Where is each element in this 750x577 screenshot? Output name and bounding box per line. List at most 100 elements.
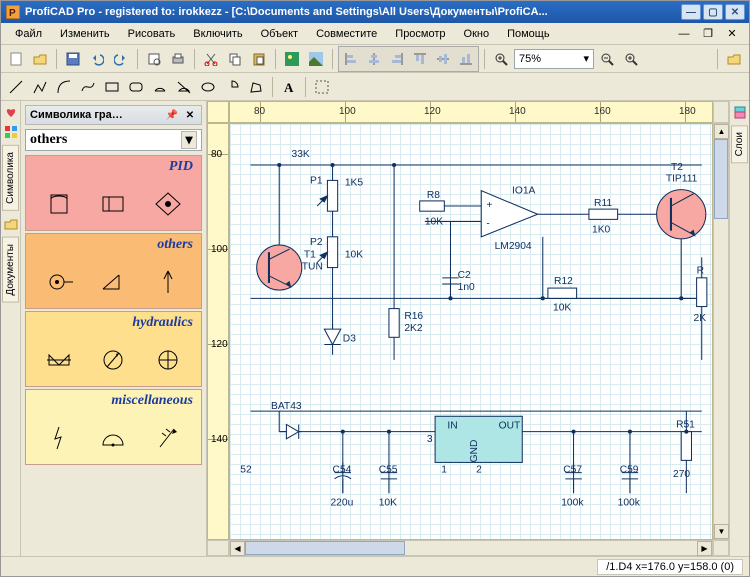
scroll-thumb[interactable] <box>245 541 405 555</box>
zoom-tool-button[interactable] <box>490 48 512 70</box>
menu-insert[interactable]: Включить <box>185 26 250 42</box>
open-button[interactable] <box>29 48 51 70</box>
folder-button[interactable] <box>723 48 745 70</box>
symbol-icon[interactable] <box>154 423 182 453</box>
ellipse-arc-tool[interactable] <box>149 76 171 98</box>
scrollbar-vertical[interactable]: ▲ ▼ <box>713 123 729 540</box>
text-tool[interactable]: A <box>278 76 300 98</box>
svg-text:C54: C54 <box>333 465 352 476</box>
svg-text:LM2904: LM2904 <box>495 241 532 252</box>
ellipse-tool[interactable] <box>197 76 219 98</box>
polyline-tool[interactable] <box>29 76 51 98</box>
symbol-icon[interactable] <box>45 423 73 453</box>
align-left-button[interactable] <box>340 48 362 70</box>
symbol-icon[interactable] <box>45 189 73 219</box>
symbol-icon[interactable] <box>154 189 182 219</box>
redo-button[interactable] <box>110 48 132 70</box>
mdi-minimize-button[interactable]: — <box>673 23 695 45</box>
new-button[interactable] <box>5 48 27 70</box>
save-button[interactable] <box>62 48 84 70</box>
symbol-icon[interactable] <box>99 189 127 219</box>
menu-object[interactable]: Объект <box>253 26 306 42</box>
paste-button[interactable] <box>248 48 270 70</box>
category-label: miscellaneous <box>26 390 201 412</box>
scrollbar-horizontal[interactable]: ◀ ▶ <box>207 540 729 556</box>
drawing-canvas[interactable]: 33K P1 1K5 R8 10K IO1A LM2904 R11 1K0 T2… <box>229 123 713 540</box>
selection-tool[interactable] <box>311 76 333 98</box>
svg-text:2: 2 <box>476 465 482 476</box>
image2-button[interactable] <box>305 48 327 70</box>
folder-icon[interactable] <box>4 217 18 231</box>
symbol-icon[interactable] <box>45 345 73 375</box>
zoom-select[interactable]: 75% ▾ <box>514 49 594 69</box>
category-label: hydraulics <box>26 312 201 334</box>
align-hcenter-button[interactable] <box>363 48 385 70</box>
category-select[interactable]: others ▾ <box>25 129 202 151</box>
category-pid[interactable]: PID <box>25 155 202 231</box>
maximize-button[interactable]: ▢ <box>703 4 723 20</box>
mdi-restore-button[interactable]: ❐ <box>697 23 719 45</box>
category-miscellaneous[interactable]: miscellaneous <box>25 389 202 465</box>
rect-tool[interactable] <box>101 76 123 98</box>
scroll-down-button[interactable]: ▼ <box>714 524 729 539</box>
menu-align[interactable]: Совместите <box>308 26 385 42</box>
menu-draw[interactable]: Рисовать <box>120 26 184 42</box>
tab-layers[interactable]: Слои <box>731 125 748 163</box>
close-button[interactable]: ✕ <box>725 4 745 20</box>
svg-text:10K: 10K <box>425 217 443 228</box>
svg-text:C57: C57 <box>563 465 582 476</box>
arc-tool[interactable] <box>53 76 75 98</box>
spline-tool[interactable] <box>77 76 99 98</box>
palette-icon[interactable] <box>4 125 18 139</box>
menubar: Файл Изменить Рисовать Включить Объект С… <box>1 23 749 45</box>
svg-text:2K2: 2K2 <box>404 323 423 334</box>
align-vcenter-button[interactable] <box>432 48 454 70</box>
tab-symbols[interactable]: Символика <box>2 145 19 211</box>
category-hydraulics[interactable]: hydraulics <box>25 311 202 387</box>
print-preview-button[interactable] <box>143 48 165 70</box>
pie-tool[interactable] <box>221 76 243 98</box>
print-button[interactable] <box>167 48 189 70</box>
tab-documents[interactable]: Документы <box>2 237 19 303</box>
mdi-close-button[interactable]: ✕ <box>721 23 743 45</box>
menu-help[interactable]: Помощь <box>499 26 558 42</box>
zoom-out-button[interactable] <box>596 48 618 70</box>
symbol-icon[interactable] <box>154 345 182 375</box>
component-r11 <box>589 209 618 219</box>
cut-button[interactable] <box>200 48 222 70</box>
ruler-corner <box>207 101 229 123</box>
svg-text:C59: C59 <box>620 465 639 476</box>
align-bottom-button[interactable] <box>455 48 477 70</box>
menu-view[interactable]: Просмотр <box>387 26 453 42</box>
menu-edit[interactable]: Изменить <box>52 26 118 42</box>
zoom-in-button[interactable] <box>620 48 642 70</box>
layers-icon[interactable] <box>733 105 747 119</box>
line-tool[interactable] <box>5 76 27 98</box>
copy-button[interactable] <box>224 48 246 70</box>
roundrect-tool[interactable] <box>125 76 147 98</box>
scroll-thumb[interactable] <box>714 139 728 219</box>
category-others[interactable]: others <box>25 233 202 309</box>
scroll-right-button[interactable]: ▶ <box>697 541 712 556</box>
svg-text:1K5: 1K5 <box>345 178 364 189</box>
minimize-button[interactable]: — <box>681 4 701 20</box>
polygon-tool[interactable] <box>245 76 267 98</box>
symbol-icon[interactable] <box>99 345 127 375</box>
scroll-up-button[interactable]: ▲ <box>714 124 729 139</box>
pin-icon[interactable]: 📌 <box>165 108 179 122</box>
symbol-icon[interactable] <box>154 267 182 297</box>
undo-button[interactable] <box>86 48 108 70</box>
symbol-icon[interactable] <box>99 423 127 453</box>
image1-button[interactable] <box>281 48 303 70</box>
menu-file[interactable]: Файл <box>7 26 50 42</box>
heart-icon[interactable] <box>4 105 18 119</box>
align-top-button[interactable] <box>409 48 431 70</box>
scroll-left-button[interactable]: ◀ <box>230 541 245 556</box>
panel-close-button[interactable]: ✕ <box>183 108 197 122</box>
menu-window[interactable]: Окно <box>456 26 498 42</box>
symbol-icon[interactable] <box>99 267 127 297</box>
chord-tool[interactable] <box>173 76 195 98</box>
symbol-icon[interactable] <box>45 267 73 297</box>
svg-text:P1: P1 <box>310 175 323 186</box>
align-right-button[interactable] <box>386 48 408 70</box>
